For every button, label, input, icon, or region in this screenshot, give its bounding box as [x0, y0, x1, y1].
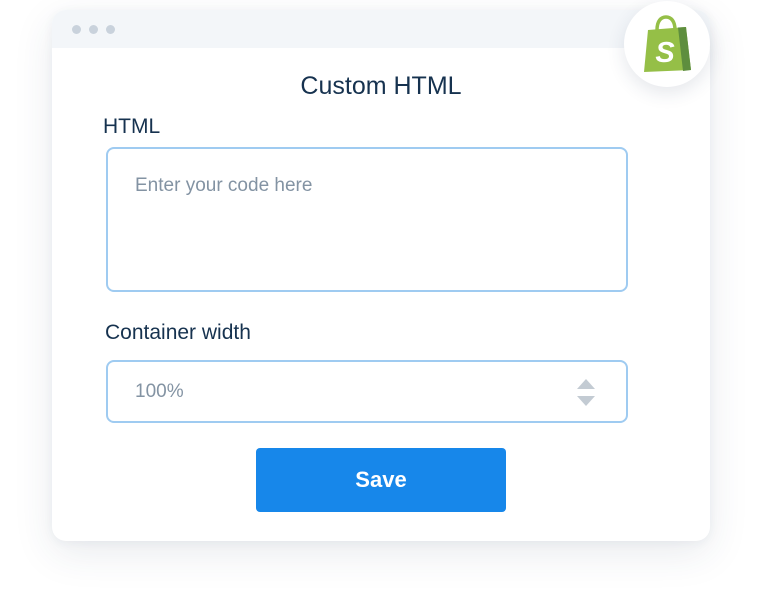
html-code-input[interactable]: Enter your code here	[106, 147, 628, 292]
save-button[interactable]: Save	[256, 448, 506, 512]
window-titlebar	[52, 10, 710, 48]
dialog-title: Custom HTML	[300, 72, 462, 100]
container-width-value: 100%	[135, 380, 184, 402]
container-width-label: Container width	[105, 321, 251, 344]
html-label: HTML	[103, 115, 161, 138]
shopify-badge: S	[624, 1, 710, 87]
number-stepper[interactable]	[576, 378, 596, 408]
screen: Custom HTML HTML Enter your code here Co…	[0, 0, 762, 590]
window-dot-icon	[89, 24, 98, 34]
html-code-placeholder: Enter your code here	[135, 175, 313, 196]
svg-text:S: S	[655, 37, 675, 69]
stepper-down-icon[interactable]	[577, 396, 595, 406]
window-dot-icon	[106, 24, 115, 34]
window-dot-icon	[72, 24, 81, 34]
container-width-input[interactable]: 100%	[106, 360, 628, 423]
custom-html-window: Custom HTML HTML Enter your code here Co…	[52, 10, 710, 541]
shopify-bag-icon: S	[644, 15, 691, 72]
stepper-up-icon[interactable]	[577, 379, 595, 389]
